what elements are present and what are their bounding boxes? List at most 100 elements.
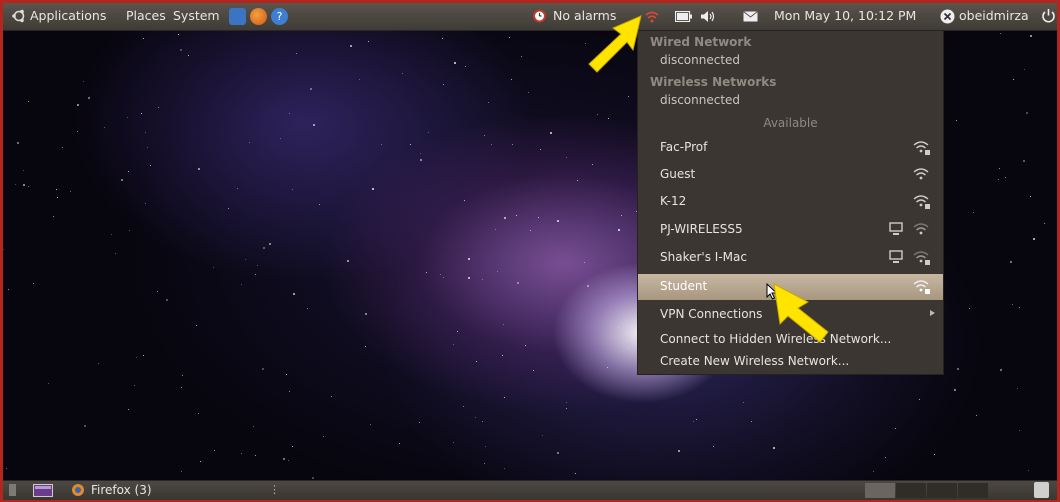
star [402, 73, 403, 74]
workspace-switcher-3[interactable] [927, 483, 957, 498]
show-desktop-icon[interactable] [33, 484, 53, 497]
star [442, 38, 443, 39]
star [476, 361, 477, 362]
submenu-arrow-icon [930, 310, 935, 316]
star [566, 157, 567, 158]
network-item-shakers-imac[interactable]: Shaker's I-Mac [638, 245, 943, 271]
star [1010, 261, 1012, 263]
annotation-arrow-icon [773, 283, 829, 343]
star [313, 124, 315, 126]
star [503, 324, 504, 325]
star [678, 450, 680, 452]
star [253, 426, 254, 427]
star [157, 291, 158, 292]
star [1030, 35, 1032, 37]
star [331, 396, 332, 397]
star [468, 277, 470, 279]
workspace-switcher-1[interactable] [865, 483, 895, 498]
network-manager-icon[interactable] [644, 10, 660, 24]
star [557, 452, 559, 454]
star [214, 450, 215, 451]
network-item-fac-prof[interactable]: Fac-Prof [638, 135, 943, 161]
star [773, 447, 775, 449]
network-name: K-12 [660, 194, 687, 208]
star [608, 118, 609, 119]
clock-datetime[interactable]: Mon May 10, 10:12 PM [774, 8, 916, 23]
create-new-network-item[interactable]: Create New Wireless Network... [638, 349, 943, 375]
trash-icon[interactable] [1034, 482, 1049, 498]
star [196, 325, 197, 326]
star [628, 96, 629, 97]
firefox-icon[interactable] [250, 8, 267, 25]
network-item-guest[interactable]: Guest [638, 162, 943, 188]
ubuntu-logo-icon[interactable] [12, 9, 26, 23]
thunderbird-icon[interactable] [229, 8, 246, 25]
star [575, 473, 576, 474]
star [289, 113, 290, 114]
workspace-switcher-4[interactable] [958, 483, 988, 498]
wifi-secure-icon [913, 195, 930, 209]
star [77, 104, 79, 106]
star [485, 446, 486, 447]
star [141, 113, 142, 114]
wired-network-header: Wired Network [650, 35, 752, 49]
network-item-k-12[interactable]: K-12 [638, 189, 943, 215]
star [198, 413, 199, 414]
star [528, 92, 529, 93]
star [502, 355, 503, 356]
network-name: Guest [660, 167, 696, 181]
star [1019, 430, 1020, 431]
star [245, 259, 246, 260]
battery-icon[interactable] [675, 11, 693, 22]
star [976, 415, 977, 416]
star [509, 37, 510, 38]
star [1013, 79, 1014, 80]
top-panel: Applications Places System ? No alarms M… [3, 3, 1057, 31]
star [557, 220, 559, 222]
menu-places[interactable]: Places [126, 8, 166, 23]
star [584, 262, 585, 263]
star [23, 184, 25, 186]
star [88, 97, 90, 99]
star [1012, 304, 1013, 305]
power-icon[interactable] [1041, 8, 1056, 24]
star [228, 208, 229, 209]
star [262, 368, 264, 370]
star [495, 229, 496, 230]
star [618, 327, 619, 328]
wifi-secure-icon [913, 280, 930, 294]
menu-applications[interactable]: Applications [30, 8, 106, 23]
user-status-icon[interactable] [940, 9, 955, 24]
star [1023, 160, 1025, 162]
star [453, 442, 454, 443]
menu-system[interactable]: System [173, 8, 220, 23]
star [566, 408, 567, 409]
star [419, 422, 420, 423]
wired-status: disconnected [660, 53, 741, 67]
annotation-arrow-icon [588, 15, 642, 73]
star [145, 132, 146, 133]
star [147, 147, 148, 148]
workspace-switcher-2[interactable] [896, 483, 926, 498]
wireless-networks-header: Wireless Networks [650, 75, 777, 89]
help-icon[interactable]: ? [271, 8, 288, 25]
network-name: PJ-WIRELESS5 [660, 222, 743, 236]
vpn-label: VPN Connections [660, 307, 763, 321]
star [530, 230, 531, 231]
star [381, 144, 382, 145]
wireless-status: disconnected [660, 93, 741, 107]
star [143, 355, 144, 356]
star [533, 370, 534, 371]
network-item-pj-wireless5[interactable]: PJ-WIRELESS5 [638, 217, 943, 243]
alarm-clock-icon[interactable] [532, 8, 547, 23]
star [365, 346, 366, 347]
star [484, 463, 485, 464]
mail-icon[interactable] [743, 11, 758, 22]
star [577, 180, 578, 181]
star [3, 249, 4, 250]
username-label[interactable]: obeidmirza [959, 8, 1029, 23]
volume-icon[interactable] [700, 10, 716, 23]
star [440, 274, 441, 275]
taskbar-firefox-button[interactable]: Firefox (3) [67, 482, 267, 498]
star [312, 477, 314, 479]
